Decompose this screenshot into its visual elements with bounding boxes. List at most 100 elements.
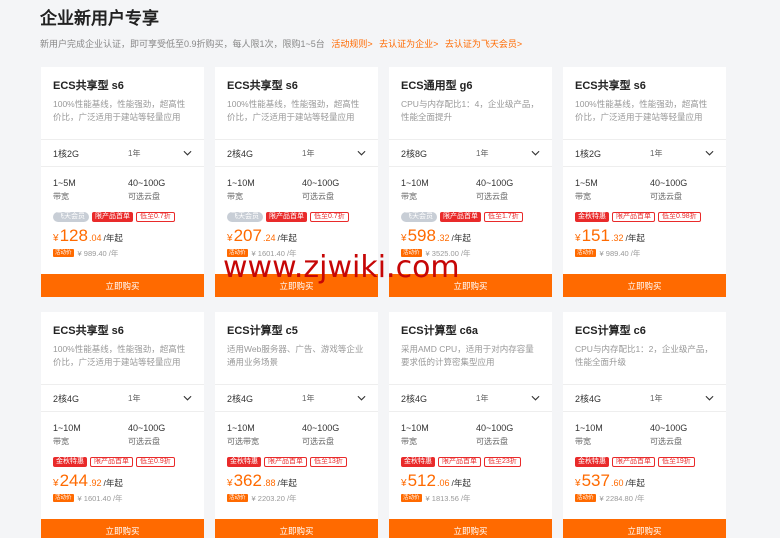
chevron-down-icon[interactable] [356, 393, 366, 403]
original-price-row: 活动价 ¥ 3525.00 /年 [389, 245, 552, 259]
product-title: ECS共享型 s6 [227, 80, 298, 92]
currency-symbol: ¥ [53, 233, 59, 244]
currency-symbol: ¥ [401, 478, 407, 489]
enterprise-auth-link[interactable]: 去认证为企业> [379, 39, 438, 49]
config-select[interactable]: 1核2G 1年 [41, 139, 204, 167]
bandwidth-label: 带宽 [575, 437, 591, 446]
product-card: ECS计算型 c6a 采用AMD CPU，适用于对内存容量要求低的计算密集型应用… [389, 312, 552, 538]
bandwidth-value: 1~10M [401, 423, 429, 433]
promo-tag: 限产品首单 [264, 457, 307, 467]
chevron-down-icon[interactable] [704, 393, 714, 403]
promo-tag: 限产品首单 [438, 457, 481, 467]
activity-price-badge: 活动价 [401, 249, 422, 257]
bandwidth-value: 1~5M [53, 178, 76, 188]
config-select[interactable]: 2核8G 1年 [389, 139, 552, 167]
price-decimal: .88 [262, 478, 276, 488]
disk-label: 可选云盘 [128, 437, 160, 446]
spec-details: 1~10M 带宽 40~100G 可选云盘 [389, 167, 552, 205]
chevron-down-icon[interactable] [182, 393, 192, 403]
promo-tag: 金秋特惠 [575, 457, 609, 467]
bandwidth-label: 带宽 [401, 192, 417, 201]
page-subtitle: 新用户完成企业认证，即可享受低至0.9折购买，每人限1次，限购1~5台 活动规则… [40, 38, 760, 50]
price-unit: /年起 [625, 478, 645, 488]
promo-tag: 低至0.98折 [658, 212, 701, 222]
chevron-down-icon[interactable] [356, 148, 366, 158]
buy-now-button[interactable]: 立即购买 [389, 519, 552, 538]
buy-now-button[interactable]: 立即购买 [389, 274, 552, 297]
bandwidth-label: 可选带宽 [227, 437, 259, 446]
price: ¥ 151 .32 /年起 [563, 223, 726, 245]
config-select[interactable]: 1核2G 1年 [563, 139, 726, 167]
promo-tag: 低至23折 [484, 457, 521, 467]
product-card: ECS计算型 c5 适用Web服务器、广告、游戏等企业通用业务场景 2核4G 1… [215, 312, 378, 538]
config-select[interactable]: 2核4G 1年 [41, 384, 204, 412]
duration-value: 1年 [302, 393, 315, 403]
buy-now-button[interactable]: 立即购买 [215, 519, 378, 538]
promo-tags: 飞天会员 限产品首单 低至0.7折 [41, 205, 204, 223]
original-price: ¥ 1601.40 /年 [251, 248, 297, 258]
price: ¥ 598 .32 /年起 [389, 223, 552, 245]
config-select[interactable]: 2核4G 1年 [389, 384, 552, 412]
config-value: 2核4G [227, 148, 254, 159]
chevron-down-icon[interactable] [530, 393, 540, 403]
member-auth-link[interactable]: 去认证为飞天会员> [445, 39, 522, 49]
original-price-row: 活动价 ¥ 2203.20 /年 [215, 490, 378, 504]
config-select[interactable]: 2核4G 1年 [215, 139, 378, 167]
config-value: 2核4G [227, 393, 254, 404]
price-unit: /年起 [625, 233, 645, 243]
config-select[interactable]: 2核4G 1年 [215, 384, 378, 412]
config-value: 2核4G [575, 393, 602, 404]
original-price: ¥ 1813.56 /年 [425, 493, 471, 503]
buy-now-button[interactable]: 立即购买 [41, 519, 204, 538]
price-decimal: .32 [436, 233, 450, 243]
disk-label: 可选云盘 [650, 437, 682, 446]
spec-details: 1~10M 可选带宽 40~100G 可选云盘 [215, 412, 378, 450]
duration-value: 1年 [476, 393, 489, 403]
price: ¥ 128 .04 /年起 [41, 223, 204, 245]
original-price: ¥ 2203.20 /年 [251, 493, 297, 503]
promo-tag: 限产品首单 [440, 212, 481, 222]
currency-symbol: ¥ [575, 233, 581, 244]
buy-now-button[interactable]: 立即购买 [563, 519, 726, 538]
price-unit: /年起 [103, 233, 123, 243]
promo-tag: 飞天会员 [53, 212, 89, 222]
bandwidth-value: 1~10M [227, 178, 255, 188]
config-value: 2核4G [53, 393, 80, 404]
chevron-down-icon[interactable] [182, 148, 192, 158]
disk-label: 可选云盘 [128, 192, 160, 201]
disk-label: 可选云盘 [650, 192, 682, 201]
activity-price-badge: 活动价 [227, 494, 248, 502]
activity-price-badge: 活动价 [53, 494, 74, 502]
disk-label: 可选云盘 [476, 437, 508, 446]
original-price-row: 活动价 ¥ 989.40 /年 [563, 245, 726, 259]
promo-tag: 金秋特惠 [401, 457, 435, 467]
currency-symbol: ¥ [227, 233, 233, 244]
bandwidth-label: 带宽 [401, 437, 417, 446]
product-card: ECS共享型 s6 100%性能基线，性能强劲，超高性价比，广泛适用于建站等轻量… [563, 67, 726, 297]
duration-value: 1年 [128, 148, 141, 158]
activity-rules-link[interactable]: 活动规则> [331, 39, 372, 49]
currency-symbol: ¥ [227, 478, 233, 489]
product-description: CPU与内存配比1：4，企业级产品，性能全面提升 [401, 99, 539, 122]
chevron-down-icon[interactable] [704, 148, 714, 158]
config-select[interactable]: 2核4G 1年 [563, 384, 726, 412]
product-title: ECS共享型 s6 [575, 80, 646, 92]
chevron-down-icon[interactable] [530, 148, 540, 158]
promo-tags: 飞天会员 限产品首单 低至1.7折 [389, 205, 552, 223]
subtitle-text: 新用户完成企业认证，即可享受低至0.9折购买，每人限1次，限购1~5台 [40, 39, 325, 49]
product-description: 100%性能基线，性能强劲，超高性价比，广泛适用于建站等轻量应用 [53, 344, 186, 367]
price: ¥ 244 .92 /年起 [41, 468, 204, 490]
price-integer: 128 [59, 226, 88, 245]
disk-value: 40~100G [128, 423, 166, 433]
product-description: 100%性能基线，性能强劲，超高性价比，广泛适用于建站等轻量应用 [53, 99, 186, 122]
disk-label: 可选云盘 [302, 192, 334, 201]
original-price-row: 活动价 ¥ 1601.40 /年 [215, 245, 378, 259]
page-title: 企业新用户专享 [40, 9, 159, 28]
price-decimal: .04 [88, 233, 102, 243]
product-title: ECS计算型 c5 [227, 325, 298, 337]
buy-now-button[interactable]: 立即购买 [41, 274, 204, 297]
buy-now-button[interactable]: 立即购买 [215, 274, 378, 297]
promo-tags: 飞天会员 限产品首单 低至0.7折 [215, 205, 378, 223]
disk-value: 40~100G [302, 423, 340, 433]
buy-now-button[interactable]: 立即购买 [563, 274, 726, 297]
